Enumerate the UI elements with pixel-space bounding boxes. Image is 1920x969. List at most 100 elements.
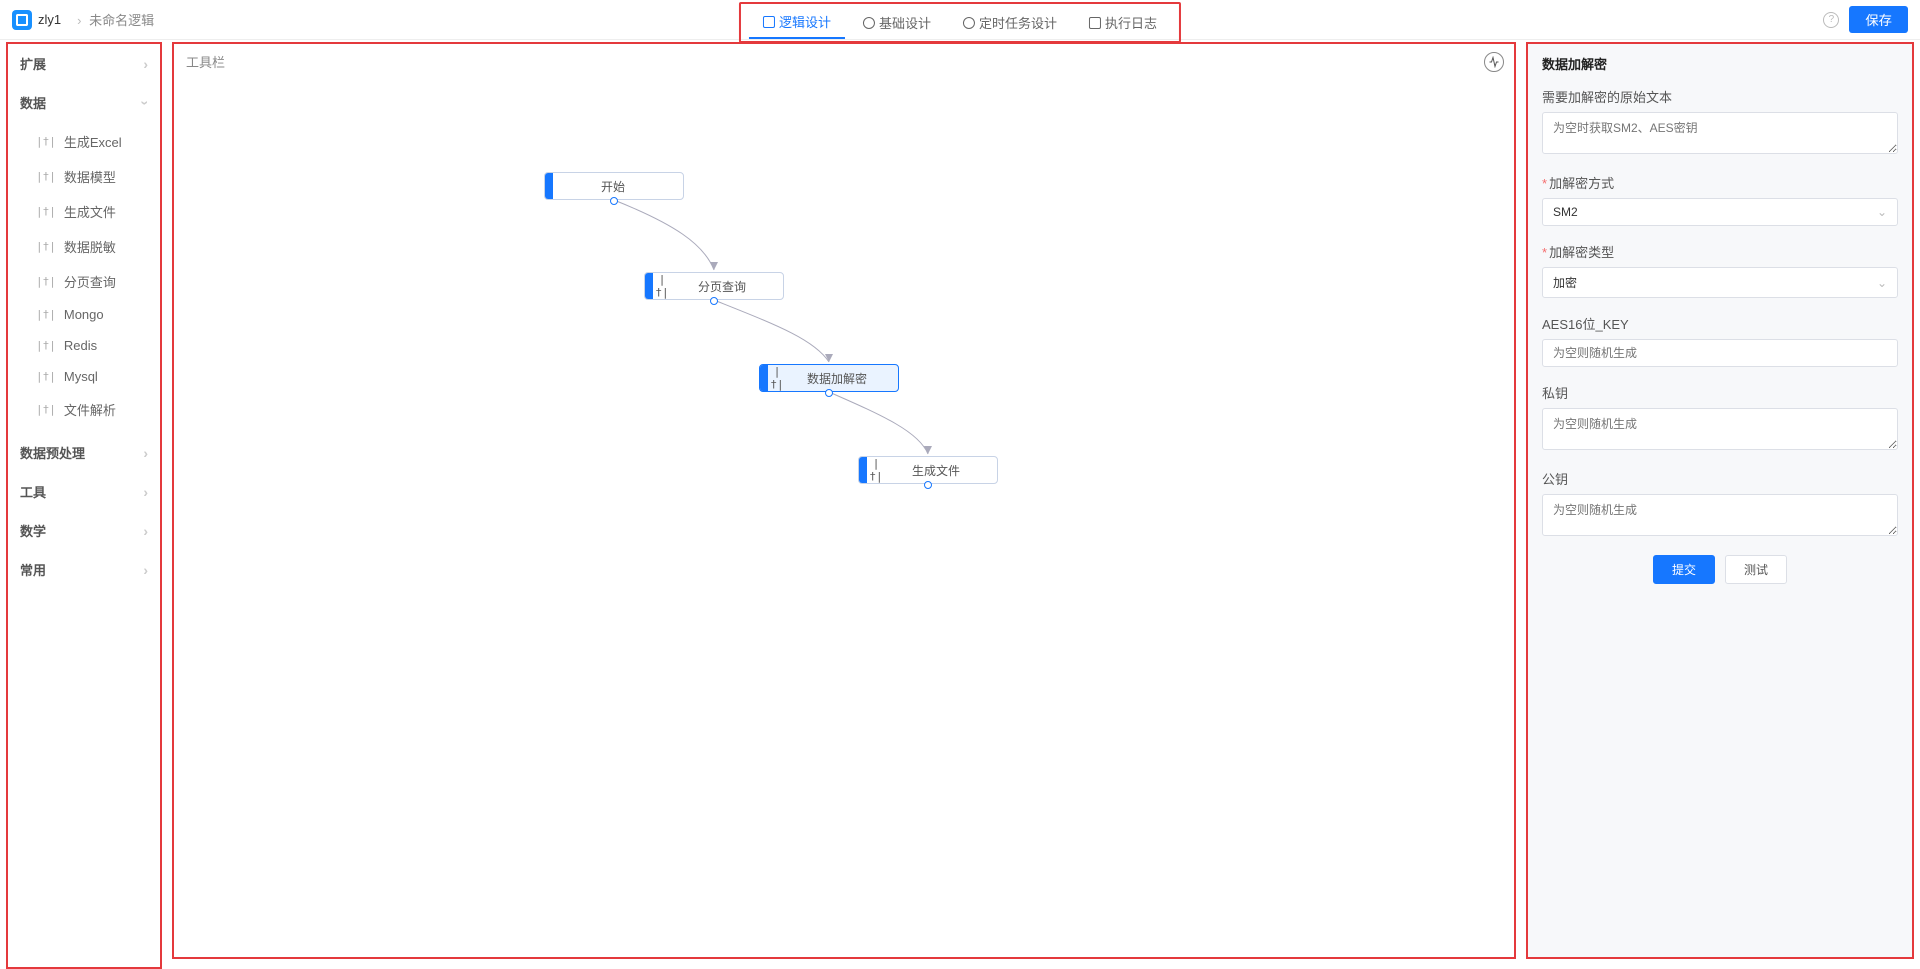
select-method[interactable]: SM2 ⌄ (1542, 198, 1898, 226)
sidebar-item-label: Mysql (64, 369, 98, 384)
breadcrumb-current[interactable]: 未命名逻辑 (89, 13, 154, 28)
gear-icon (863, 17, 875, 29)
label-public-key: 公钥 (1542, 469, 1898, 488)
field-aes-key: AES16位_KEY (1542, 314, 1898, 367)
sidebar-item-label: 数据脱敏 (64, 237, 116, 256)
sidebar-section-common[interactable]: 常用 (8, 550, 160, 589)
flow-node-page-query[interactable]: |†| 分页查询 (644, 272, 784, 300)
input-raw-text[interactable] (1542, 112, 1898, 154)
sidebar-item-label: 分页查询 (64, 272, 116, 291)
brand: zly1 › 未命名逻辑 (12, 10, 154, 30)
save-button[interactable]: 保存 (1849, 6, 1908, 33)
header-right: ? 保存 (1823, 6, 1908, 33)
field-raw-text: 需要加解密的原始文本 (1542, 87, 1898, 157)
select-type[interactable]: 加密 ⌄ (1542, 267, 1898, 298)
node-output-port[interactable] (610, 197, 618, 205)
field-method: *加解密方式 SM2 ⌄ (1542, 173, 1898, 226)
sidebar-item-label: 数据模型 (64, 167, 116, 186)
layout-icon (763, 16, 775, 28)
drag-handle-icon: |†| (36, 370, 56, 383)
label-private-key: 私钥 (1542, 383, 1898, 402)
sidebar-item-label: 生成Excel (64, 132, 122, 151)
sidebar-section-preprocess[interactable]: 数据预处理 (8, 433, 160, 472)
drag-handle-icon: |†| (36, 205, 56, 218)
drag-handle-icon: |†| (36, 240, 56, 253)
flow-node-encrypt[interactable]: |†| 数据加解密 (759, 364, 899, 392)
top-header: zly1 › 未命名逻辑 逻辑设计 基础设计 定时任务设计 执行日志 ? 保存 (0, 0, 1920, 40)
chevron-down-icon: ⌄ (1877, 276, 1887, 290)
breadcrumb-separator-icon: › (77, 13, 81, 28)
field-public-key: 公钥 (1542, 469, 1898, 539)
flow-node-start[interactable]: 开始 (544, 172, 684, 200)
properties-title: 数据加解密 (1542, 54, 1898, 73)
label-raw-text: 需要加解密的原始文本 (1542, 87, 1898, 106)
input-aes-key[interactable] (1542, 339, 1898, 367)
project-name[interactable]: zly1 (38, 12, 61, 27)
tab-label: 定时任务设计 (979, 13, 1057, 32)
props-actions: 提交 测试 (1542, 555, 1898, 584)
help-icon[interactable]: ? (1823, 12, 1839, 28)
field-private-key: 私钥 (1542, 383, 1898, 453)
select-type-value: 加密 (1553, 274, 1577, 291)
node-bar (760, 365, 768, 391)
sidebar-section-data[interactable]: 数据 (8, 83, 160, 122)
sidebar-item-file-parse[interactable]: |†|文件解析 (8, 392, 160, 427)
drag-handle-icon: |†| (867, 457, 885, 483)
top-tabs: 逻辑设计 基础设计 定时任务设计 执行日志 (739, 2, 1181, 43)
node-bar (859, 457, 867, 483)
sidebar-item-label: 生成文件 (64, 202, 116, 221)
input-private-key[interactable] (1542, 408, 1898, 450)
node-bar (645, 273, 653, 299)
document-icon (1089, 17, 1101, 29)
sidebar-item-label: 文件解析 (64, 400, 116, 419)
submit-button[interactable]: 提交 (1653, 555, 1715, 584)
flow-edges (174, 44, 1514, 957)
tab-basic-design[interactable]: 基础设计 (849, 6, 945, 39)
sidebar-item-label: Mongo (64, 307, 104, 322)
sidebar-item-mysql[interactable]: |†| Mysql (8, 361, 160, 392)
sidebar-item-redis[interactable]: |†|Redis (8, 330, 160, 361)
label-text: 加解密类型 (1549, 245, 1614, 260)
drag-handle-icon: |†| (768, 365, 786, 391)
sidebar-item-data-model[interactable]: |†| 数据模型 (8, 159, 160, 194)
sidebar-item-page-query[interactable]: |†| 分页查询 (8, 264, 160, 299)
node-output-port[interactable] (710, 297, 718, 305)
node-output-port[interactable] (825, 389, 833, 397)
test-button[interactable]: 测试 (1725, 555, 1787, 584)
node-label: 开始 (553, 178, 683, 195)
tab-exec-log[interactable]: 执行日志 (1075, 6, 1171, 39)
drag-handle-icon: |†| (36, 135, 56, 148)
input-public-key[interactable] (1542, 494, 1898, 536)
node-label: 数据加解密 (786, 370, 898, 387)
component-sidebar: 扩展 数据 |†| 生成Excel |†| 数据模型 |†| 生成文件 |†| 数据脱敏… (6, 42, 162, 969)
canvas-wrap: 工具栏 开始 |†| 分页查询 (172, 42, 1516, 959)
drag-handle-icon: |†| (36, 170, 56, 183)
select-method-value: SM2 (1553, 205, 1578, 219)
label-text: 加解密方式 (1549, 176, 1614, 191)
flow-node-gen-file[interactable]: |†| 生成文件 (858, 456, 998, 484)
sidebar-section-tools[interactable]: 工具 (8, 472, 160, 511)
tab-label: 逻辑设计 (779, 12, 831, 31)
drag-handle-icon: |†| (36, 275, 56, 288)
label-aes-key: AES16位_KEY (1542, 314, 1898, 333)
flow-canvas[interactable]: 开始 |†| 分页查询 |†| 数据加解密 |†| 生成文件 (174, 44, 1514, 957)
chevron-down-icon: ⌄ (1877, 205, 1887, 219)
label-method: *加解密方式 (1542, 173, 1898, 192)
sidebar-section-math[interactable]: 数学 (8, 511, 160, 550)
sidebar-item-gen-file[interactable]: |†| 生成文件 (8, 194, 160, 229)
drag-handle-icon: |†| (36, 308, 56, 321)
tab-scheduled-design[interactable]: 定时任务设计 (949, 6, 1071, 39)
sidebar-items-data: |†| 生成Excel |†| 数据模型 |†| 生成文件 |†| 数据脱敏 |†| 分页… (8, 122, 160, 433)
breadcrumb: › 未命名逻辑 (73, 10, 154, 29)
tab-logic-design[interactable]: 逻辑设计 (749, 6, 845, 39)
node-label: 分页查询 (671, 278, 783, 295)
sidebar-section-extensions[interactable]: 扩展 (8, 44, 160, 83)
app-logo-icon (12, 10, 32, 30)
clock-icon (963, 17, 975, 29)
node-output-port[interactable] (924, 481, 932, 489)
sidebar-item-data-mask[interactable]: |†| 数据脱敏 (8, 229, 160, 264)
sidebar-item-gen-excel[interactable]: |†| 生成Excel (8, 124, 160, 159)
sidebar-item-label: Redis (64, 338, 97, 353)
label-type: *加解密类型 (1542, 242, 1898, 261)
sidebar-item-mongo[interactable]: |†| Mongo (8, 299, 160, 330)
